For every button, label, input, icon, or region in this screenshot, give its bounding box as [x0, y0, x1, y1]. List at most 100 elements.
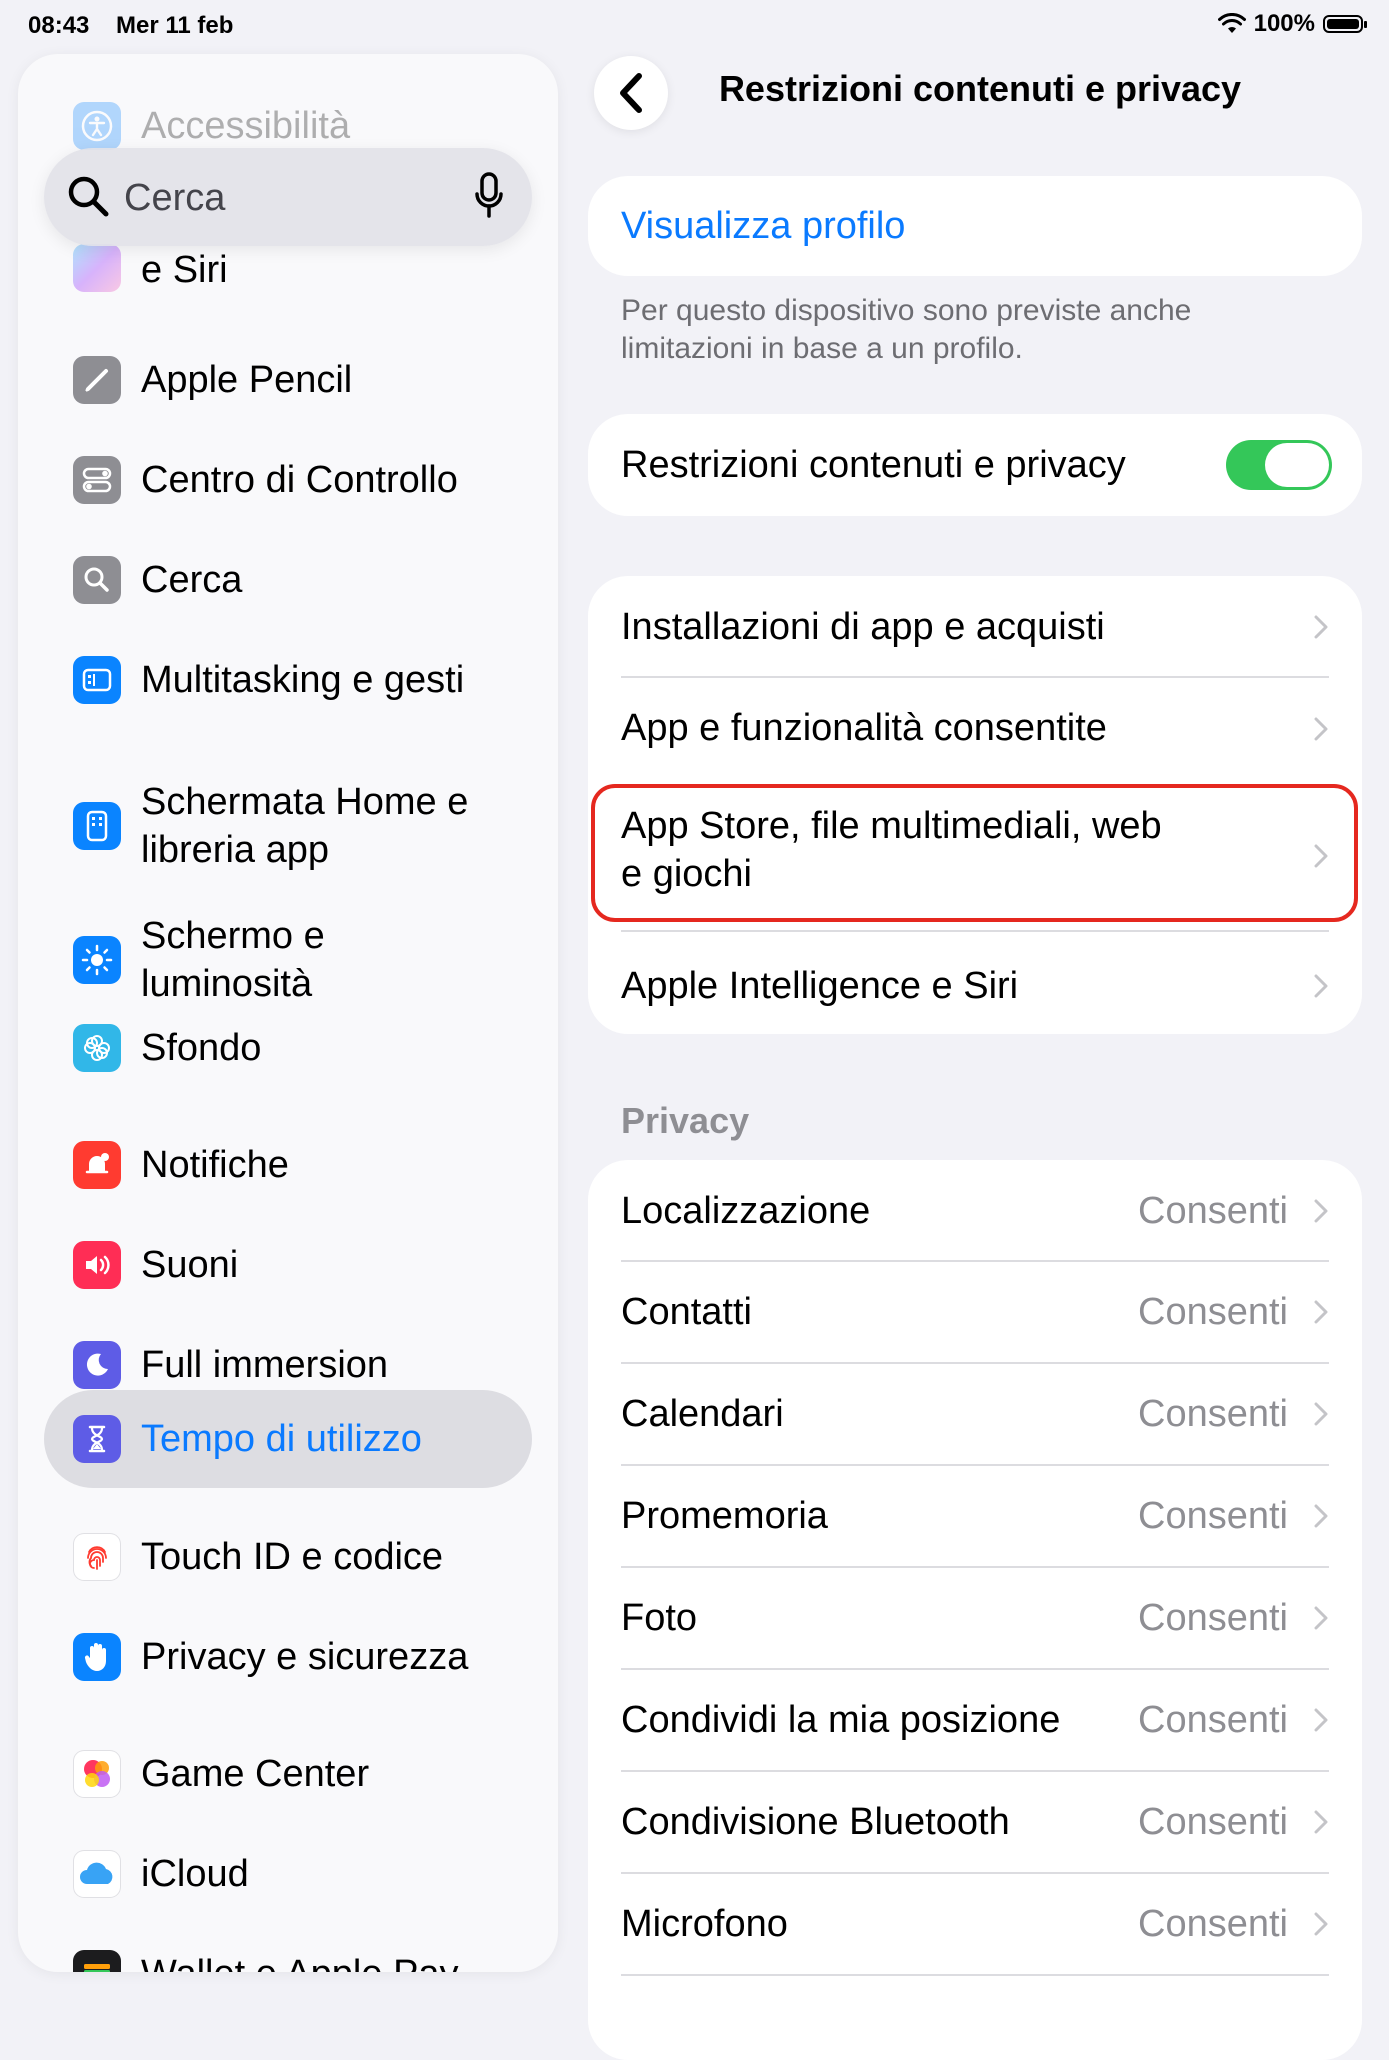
chevron-right-icon: [1314, 844, 1328, 868]
multitasking-icon: [73, 656, 121, 704]
privacy-card: Localizzazione Consenti Contatti Consent…: [588, 1160, 1362, 2060]
row-value: Consenti: [1138, 1801, 1288, 1843]
sidebar-item-label: Schermata Home e libreria app: [141, 781, 469, 871]
home-screen-icon: [73, 802, 121, 850]
row-label: Apple Intelligence e Siri: [621, 965, 1019, 1007]
row-label: Foto: [621, 1597, 698, 1639]
status-time: 08:43: [28, 12, 90, 39]
sidebar[interactable]: Accessibilità e Siri Apple Pencil Centro…: [18, 54, 558, 1972]
privacy-row-calendari[interactable]: Calendari Consenti: [588, 1364, 1362, 1466]
microphone-icon[interactable]: [474, 172, 504, 220]
row-label: Calendari: [621, 1393, 784, 1435]
fingerprint-icon: [73, 1533, 121, 1581]
row-app-funzionalita[interactable]: App e funzionalità consentite: [588, 678, 1362, 780]
battery-percentage: 100%: [1253, 10, 1315, 37]
sidebar-item-label: Game Center: [141, 1753, 370, 1795]
game-center-icon: [73, 1750, 121, 1798]
row-value: Consenti: [1138, 1291, 1288, 1333]
hourglass-icon: [73, 1415, 121, 1463]
chevron-right-icon: [1314, 1912, 1328, 1936]
restrictions-toggle-card: Restrizioni contenuti e privacy: [588, 414, 1362, 516]
sidebar-item-label: iCloud: [141, 1853, 249, 1895]
restrictions-settings-card: Installazioni di app e acquisti App e fu…: [588, 576, 1362, 1034]
row-label: Condivisione Bluetooth: [621, 1801, 1010, 1843]
chevron-right-icon: [1314, 1606, 1328, 1630]
sidebar-item-label: Tempo di utilizzo: [141, 1418, 422, 1460]
privacy-section-header: Privacy: [621, 1100, 750, 1141]
row-label: App e funzionalità consentite: [621, 707, 1107, 749]
row-label: Contatti: [621, 1291, 752, 1333]
chevron-right-icon: [1314, 1708, 1328, 1732]
sidebar-item-label: Notifiche: [141, 1144, 289, 1186]
apple-intelligence-siri-icon: [73, 244, 121, 292]
sidebar-item-label: Apple Pencil: [141, 359, 353, 401]
wifi-icon: [1217, 13, 1246, 33]
restrictions-toggle-label: Restrizioni contenuti e privacy: [621, 444, 1126, 486]
row-label: Condividi la mia posizione: [621, 1699, 1061, 1741]
view-profile-row[interactable]: Visualizza profilo: [588, 176, 1362, 276]
toggle-knob: [1265, 443, 1329, 487]
status-date: Mer 11 feb: [116, 12, 234, 39]
row-label: App Store, file multimediali, web e gioc…: [621, 805, 1162, 895]
row-value: Consenti: [1138, 1903, 1288, 1945]
page-title: Restrizioni contenuti e privacy: [718, 68, 1242, 109]
chevron-right-icon: [1314, 1504, 1328, 1528]
row-label: Microfono: [621, 1903, 788, 1945]
sidebar-item-label: Touch ID e codice: [141, 1536, 444, 1578]
privacy-row-foto[interactable]: Foto Consenti: [588, 1568, 1362, 1670]
privacy-row-contatti[interactable]: Contatti Consenti: [588, 1262, 1362, 1364]
privacy-row-promemoria[interactable]: Promemoria Consenti: [588, 1466, 1362, 1568]
row-installazioni-app[interactable]: Installazioni di app e acquisti: [588, 576, 1362, 678]
restrictions-toggle-switch[interactable]: [1226, 440, 1332, 490]
row-separator: [621, 1974, 1329, 1976]
chevron-right-icon: [1314, 717, 1328, 741]
search-icon: [73, 556, 121, 604]
pencil-icon: [73, 356, 121, 404]
focus-moon-icon: [73, 1341, 121, 1389]
privacy-row-condividi-posizione[interactable]: Condividi la mia posizione Consenti: [588, 1670, 1362, 1772]
sidebar-item-label: e Siri: [141, 249, 228, 291]
sidebar-item-label: Full immersion: [141, 1344, 389, 1386]
back-button[interactable]: [594, 56, 668, 130]
brightness-icon: [73, 936, 121, 984]
row-value: Consenti: [1138, 1190, 1288, 1232]
chevron-left-icon: [620, 73, 642, 113]
hand-icon: [73, 1633, 121, 1681]
search-bar[interactable]: [44, 148, 532, 246]
privacy-row-localizzazione[interactable]: Localizzazione Consenti: [588, 1160, 1362, 1262]
row-app-store-multimedia-web-giochi[interactable]: App Store, file multimediali, web e gioc…: [588, 780, 1362, 932]
sidebar-item-label: Suoni: [141, 1244, 239, 1286]
sidebar-item-label: Wallet e Apple Pay: [141, 1950, 459, 1972]
profile-footnote: Per questo dispositivo sono previste anc…: [621, 294, 1192, 365]
row-value: Consenti: [1138, 1495, 1288, 1537]
row-value: Consenti: [1138, 1597, 1288, 1639]
privacy-row-bluetooth[interactable]: Condivisione Bluetooth Consenti: [588, 1772, 1362, 1874]
status-indicators: 100%: [1217, 10, 1367, 38]
search-input[interactable]: [122, 168, 456, 228]
profile-card[interactable]: Visualizza profilo: [588, 176, 1362, 276]
accessibility-icon: [73, 102, 121, 150]
icloud-icon: [73, 1850, 121, 1898]
privacy-row-microfono[interactable]: Microfono Consenti: [588, 1874, 1362, 1976]
row-label: Promemoria: [621, 1495, 828, 1537]
wallet-icon: [73, 1950, 121, 1972]
sidebar-item-label: Accessibilità: [141, 105, 351, 147]
sounds-icon: [73, 1241, 121, 1289]
wallpaper-icon: [73, 1024, 121, 1072]
view-profile-link[interactable]: Visualizza profilo: [621, 202, 905, 250]
row-value: Consenti: [1138, 1699, 1288, 1741]
row-apple-intelligence-siri[interactable]: Apple Intelligence e Siri: [588, 932, 1362, 1034]
chevron-right-icon: [1314, 615, 1328, 639]
chevron-right-icon: [1314, 1402, 1328, 1426]
chevron-right-icon: [1314, 974, 1328, 998]
search-icon: [68, 176, 109, 217]
sidebar-item-label: Centro di Controllo: [141, 459, 458, 501]
sidebar-item-label: Schermo e luminosità: [141, 915, 325, 1005]
notifications-icon: [73, 1141, 121, 1189]
battery-icon: [1323, 15, 1367, 33]
row-label: Localizzazione: [621, 1190, 871, 1232]
sidebar-item-label: Cerca: [141, 559, 243, 601]
sidebar-item-label: Sfondo: [141, 1027, 262, 1069]
chevron-right-icon: [1314, 1810, 1328, 1834]
row-value: Consenti: [1138, 1393, 1288, 1435]
